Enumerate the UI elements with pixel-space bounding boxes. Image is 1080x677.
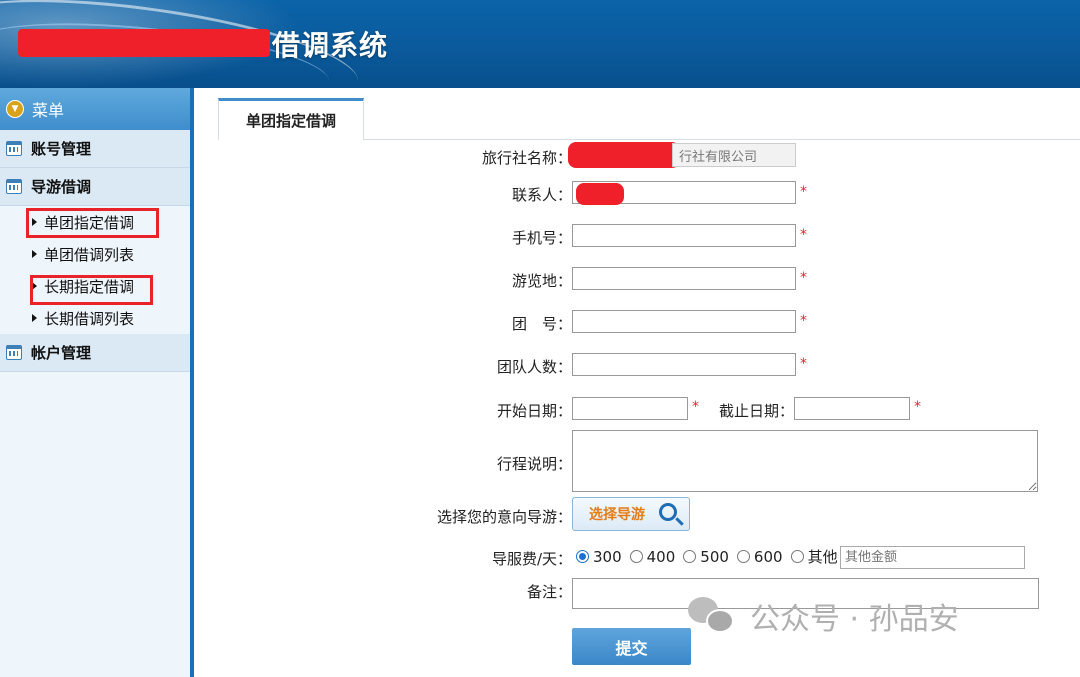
select-guide-label: 选择导游	[589, 507, 645, 523]
phone-input[interactable]	[572, 224, 796, 247]
sidebar-group-label: 导游借调	[31, 178, 92, 196]
radio-icon	[790, 550, 804, 563]
required-mark: *	[800, 270, 807, 286]
fee-option-label: 500	[700, 547, 729, 566]
remark-label: 备注：	[526, 583, 572, 601]
sidebar: ▼ 菜单 账号管理 导游借调 单团指定借调 单团借调列表 长期指定借调 长期借调…	[0, 88, 194, 677]
contact-label: 联系人：	[511, 186, 572, 204]
app-header: 借调系统	[0, 0, 1080, 88]
required-mark: *	[800, 227, 807, 243]
end-date-label: 截止日期：	[718, 402, 794, 420]
sidebar-group-finance[interactable]: 帐户管理	[0, 334, 190, 372]
tab-bar: 单团指定借调	[218, 98, 1080, 140]
radio-icon	[629, 550, 643, 563]
search-icon	[659, 503, 677, 521]
fee-option-400[interactable]: 400	[629, 547, 676, 566]
sidebar-group-label: 账号管理	[31, 140, 92, 158]
fee-option-label: 600	[753, 547, 783, 566]
agency-value: 行社有限公司	[679, 149, 758, 165]
menu-header[interactable]: ▼ 菜单	[0, 88, 190, 130]
select-guide-button[interactable]: 选择导游	[572, 497, 690, 531]
required-mark: *	[692, 399, 699, 415]
fee-label: 导服费/天：	[491, 550, 572, 568]
itinerary-textarea[interactable]	[572, 430, 1038, 492]
redacted-contact	[576, 183, 624, 205]
sidebar-group-guide-loan[interactable]: 导游借调	[0, 168, 190, 206]
agency-field: 行社有限公司	[672, 143, 796, 167]
start-date-input[interactable]	[572, 397, 688, 420]
submit-button[interactable]: 提交	[572, 628, 691, 665]
wechat-icon	[688, 595, 736, 637]
highlight-box	[30, 275, 153, 305]
radio-checked-icon	[576, 550, 589, 563]
sidebar-group-account[interactable]: 账号管理	[0, 130, 190, 168]
fee-option-other[interactable]: 其他	[790, 546, 838, 567]
sidebar-item-single-list[interactable]: 单团借调列表	[0, 238, 190, 270]
highlight-box	[26, 208, 159, 238]
fee-option-600[interactable]: 600	[736, 547, 783, 566]
guide-label: 选择您的意向导游：	[436, 508, 572, 526]
radio-icon	[683, 550, 697, 563]
required-mark: *	[800, 184, 807, 200]
calendar-icon	[6, 179, 22, 194]
watermark-text: 公众号 · 孙品安	[750, 602, 959, 637]
phone-label: 手机号：	[511, 229, 572, 247]
redacted-agency	[568, 142, 680, 168]
fee-radio-group: 300 400 500 600 其他	[576, 546, 846, 567]
fee-option-label: 其他	[807, 548, 838, 566]
required-mark: *	[800, 356, 807, 372]
triangle-right-icon	[32, 250, 37, 258]
start-date-label: 开始日期：	[496, 402, 572, 420]
place-input[interactable]	[572, 267, 796, 290]
group-no-label: 团 号：	[511, 315, 572, 333]
end-date-input[interactable]	[794, 397, 910, 420]
fee-option-label: 400	[646, 547, 676, 566]
group-no-input[interactable]	[572, 310, 796, 333]
triangle-right-icon	[32, 314, 37, 322]
required-mark: *	[914, 399, 921, 415]
watermark: 公众号 · 孙品安	[688, 594, 959, 638]
tab-single-assign[interactable]: 单团指定借调	[218, 98, 364, 140]
place-label: 游览地：	[511, 272, 572, 290]
app-title: 借调系统	[272, 29, 389, 62]
chevron-down-icon: ▼	[6, 100, 24, 118]
radio-icon	[736, 550, 750, 563]
count-input[interactable]	[572, 353, 796, 376]
agency-label: 旅行社名称：	[481, 149, 572, 167]
required-mark: *	[800, 313, 807, 329]
count-label: 团队人数：	[496, 358, 572, 376]
menu-label: 菜单	[32, 101, 65, 120]
fee-option-500[interactable]: 500	[683, 548, 729, 566]
fee-option-300[interactable]: 300	[576, 548, 622, 566]
redacted-org-name	[18, 29, 270, 57]
itinerary-label: 行程说明：	[496, 455, 572, 473]
fee-option-label: 300	[593, 547, 622, 566]
other-amount-input[interactable]	[840, 546, 1025, 569]
sidebar-item-label: 单团借调列表	[44, 245, 135, 264]
sidebar-item-long-list[interactable]: 长期借调列表	[0, 302, 190, 334]
calendar-icon	[6, 345, 22, 360]
sidebar-item-label: 长期借调列表	[44, 309, 135, 328]
calendar-icon	[6, 141, 22, 156]
sidebar-group-label: 帐户管理	[31, 344, 92, 362]
